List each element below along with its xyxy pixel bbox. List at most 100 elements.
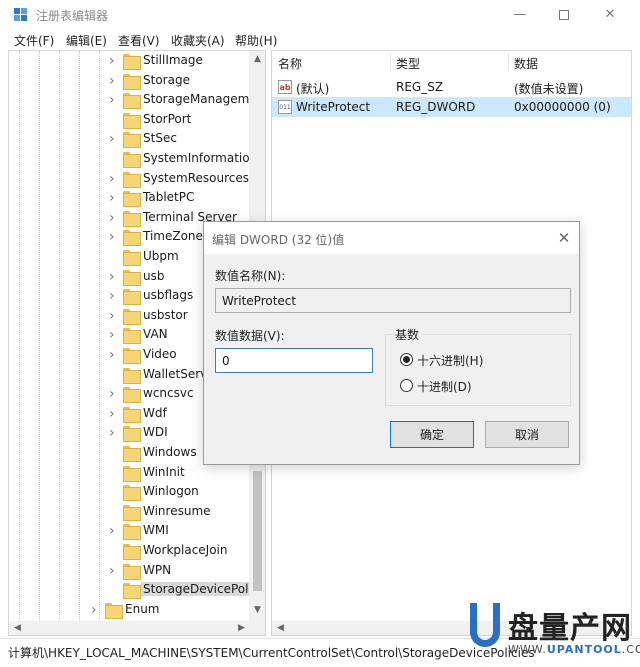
chevron-right-icon[interactable]: › [109,93,119,107]
chevron-right-icon[interactable]: › [109,191,119,205]
chevron-right-icon[interactable]: › [109,270,119,284]
edit-dword-dialog: 编辑 DWORD (32 位)值 ✕ 数值名称(N): 数值数据(V): 基数 … [203,221,580,465]
column-header-data[interactable]: 数据 [514,55,538,72]
value-name-label: 数值名称(N): [215,269,286,283]
chevron-right-icon[interactable]: › [109,211,119,225]
folder-icon [123,171,141,188]
tree-item-label: Enum [125,601,160,616]
title-bar: 注册表编辑器 — ✕ [0,0,640,30]
tree-item-label: SystemInformation [143,151,258,165]
folder-icon [123,250,141,266]
chevron-right-icon[interactable]: › [109,407,119,421]
radio-checked-icon[interactable] [400,353,413,366]
column-divider[interactable] [390,53,391,71]
tree-item-label: Wdf [143,405,167,420]
tree-item-label: Ubpm [143,249,179,263]
chevron-right-icon[interactable]: › [109,328,119,342]
tree-item-label: TabletPC [143,190,195,205]
window-title: 注册表编辑器 [36,9,109,23]
folder-icon [123,446,141,462]
tree-item-label: WDI [143,425,168,440]
tree-item-label: WinInit [143,464,185,479]
watermark-url-suffix: .COM [621,643,640,656]
folder-icon [123,504,141,521]
tree-item-label: usbstor [143,307,188,322]
tree-scroll-thumb[interactable] [253,471,262,591]
tree-item-label: StorPort [143,111,192,126]
chevron-right-icon[interactable]: › [109,132,119,146]
menu-help[interactable]: 帮助(H) [235,32,277,49]
tree-guide-line [39,51,40,621]
column-header-name[interactable]: 名称 [278,55,302,72]
radio-unchecked-icon[interactable] [400,379,413,392]
tree-item-label: usbflags [143,288,194,303]
value-type: REG_DWORD [396,100,476,114]
folder-icon [123,289,141,306]
chevron-right-icon[interactable]: › [109,289,119,303]
tree-item-label: StSec [143,131,177,146]
tree-horizontal-scrollbar[interactable]: ◀ ▶ [9,621,265,635]
chevron-right-icon[interactable]: › [109,524,119,538]
chevron-right-icon[interactable]: › [109,426,119,440]
cancel-button[interactable]: 取消 [485,421,569,448]
dialog-close-icon[interactable]: ✕ [554,228,574,248]
folder-icon [123,563,141,580]
value-row-default[interactable]: ab (默认) REG_SZ (数值未设置) [272,77,631,97]
chevron-right-icon[interactable]: › [109,309,119,323]
folder-icon [123,152,141,168]
scroll-up-icon[interactable]: ▲ [249,54,265,64]
tree-item-label: StorageDevicePolicies [141,582,265,597]
folder-icon [123,426,141,443]
base-groupbox [385,334,571,406]
folder-icon [123,328,141,345]
folder-icon [123,367,141,384]
tree-guide-line [99,51,100,621]
menu-edit[interactable]: 编辑(E) [66,32,107,49]
folder-icon [123,465,141,482]
tree-item-label: Windows [143,445,197,459]
tree-item-label: WorkplaceJoin [143,543,228,557]
chevron-right-icon[interactable]: › [109,172,119,186]
chevron-right-icon[interactable]: › [91,603,101,617]
folder-icon [123,112,141,129]
menu-file[interactable]: 文件(F) [14,32,54,49]
minimize-icon: — [513,7,527,22]
chevron-right-icon[interactable]: › [109,230,119,244]
tree-item-label: usb [143,268,165,283]
folder-icon [123,93,141,110]
watermark-logo-icon [470,603,500,647]
string-value-icon: ab [278,80,292,94]
chevron-right-icon[interactable]: › [109,564,119,578]
scroll-down-icon[interactable]: ▼ [249,605,265,615]
scroll-left-icon[interactable]: ◀ [272,623,289,633]
scroll-left-icon[interactable]: ◀ [9,623,26,633]
value-row-writeprotect[interactable]: 011 WriteProtect REG_DWORD 0x00000000 (0… [272,97,631,117]
maximize-button[interactable] [544,3,584,27]
value-data-input[interactable] [215,348,373,373]
menu-view[interactable]: 查看(V) [118,32,160,49]
tree-item-label: Storage [143,72,190,87]
close-button[interactable]: ✕ [590,3,630,27]
column-divider[interactable] [508,53,509,71]
base-group-title: 基数 [392,326,423,343]
folder-icon [105,602,123,619]
chevron-right-icon[interactable]: › [109,387,119,401]
minimize-button[interactable]: — [500,3,540,27]
watermark-url-brand: UPANTOOL [546,643,622,656]
folder-icon [123,308,141,325]
menu-favorites[interactable]: 收藏夹(A) [171,32,225,49]
watermark-title: 盘量产网 [508,611,632,646]
folder-icon [123,54,141,70]
folder-icon [123,387,141,404]
dialog-title-bar[interactable]: 编辑 DWORD (32 位)值 ✕ [204,222,579,254]
tree-item-label: StorageManagem [143,92,250,107]
watermark-url: WWW.UPANTOOL.COM [508,643,640,656]
chevron-right-icon[interactable]: › [109,348,119,362]
chevron-right-icon[interactable]: › [109,54,119,68]
folder-icon [123,485,141,502]
column-header-type[interactable]: 类型 [396,55,420,72]
scroll-right-icon[interactable]: ▶ [233,623,250,633]
folder-icon [123,524,141,541]
chevron-right-icon[interactable]: › [109,74,119,88]
ok-button[interactable]: 确定 [390,421,474,448]
